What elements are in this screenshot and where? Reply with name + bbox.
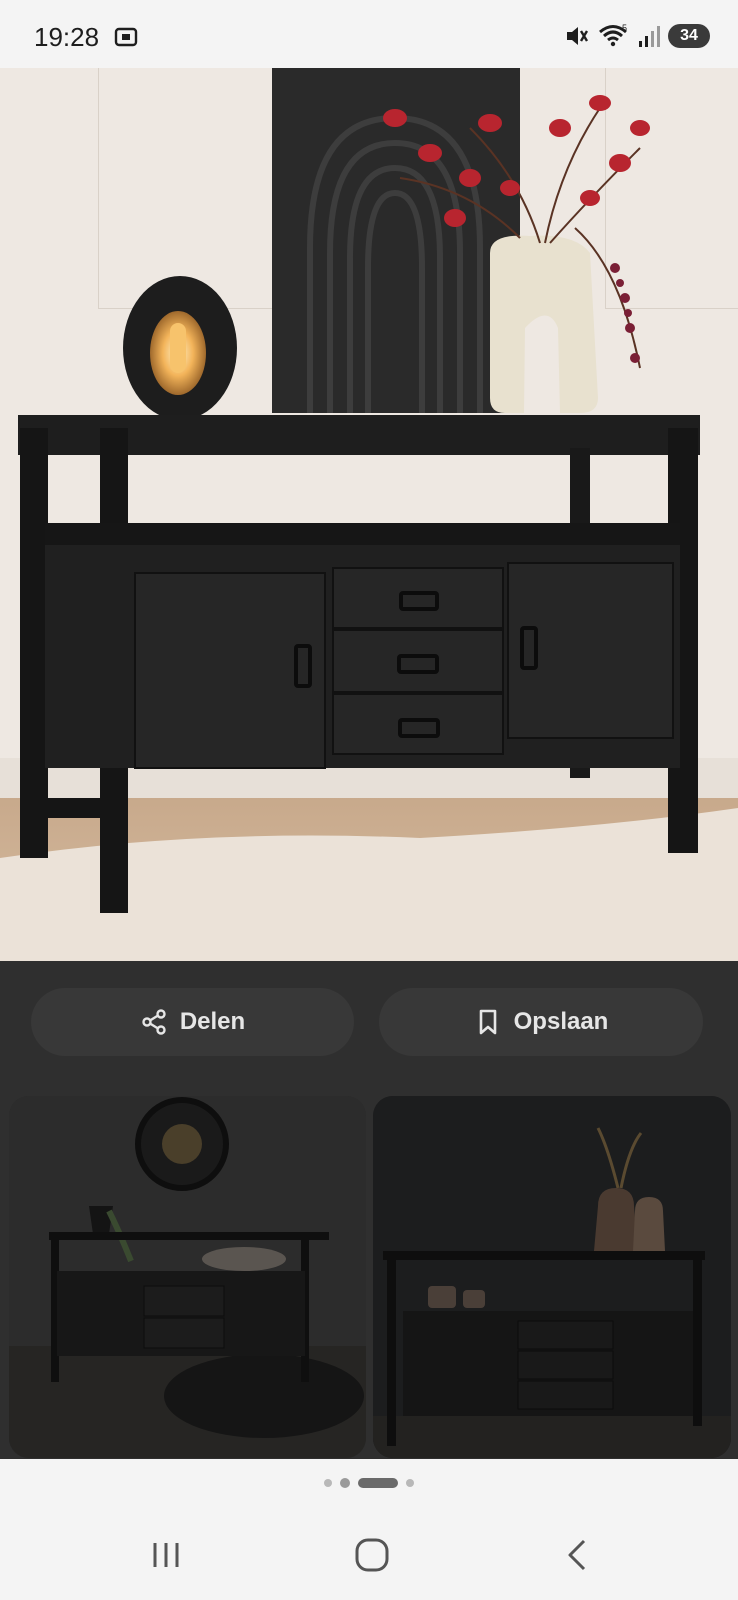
signal-icon xyxy=(639,26,660,47)
related-image[interactable] xyxy=(9,1096,366,1458)
bookmark-icon xyxy=(479,1009,496,1035)
svg-text:5: 5 xyxy=(622,23,627,33)
share-button[interactable]: Delen xyxy=(31,988,354,1056)
mute-icon xyxy=(567,27,589,45)
wifi-icon: 5 xyxy=(599,23,627,47)
action-sheet: Delen Opslaan xyxy=(0,961,738,1459)
save-button[interactable]: Opslaan xyxy=(379,988,703,1056)
home-icon[interactable] xyxy=(352,1535,392,1575)
pager-dot-active[interactable] xyxy=(358,1478,398,1488)
pager-dot[interactable] xyxy=(324,1479,332,1487)
back-icon[interactable] xyxy=(558,1535,598,1575)
pager-dot[interactable] xyxy=(340,1478,350,1488)
sideboard-photo xyxy=(0,68,738,961)
navigation-bar xyxy=(0,1507,738,1600)
status-icons: 5 34 xyxy=(564,23,710,49)
related-image[interactable] xyxy=(373,1096,731,1458)
status-bar: 19:28 5 34 xyxy=(0,0,738,68)
status-time: 19:28 xyxy=(34,22,100,52)
save-label: Opslaan xyxy=(513,1008,609,1035)
product-image[interactable] xyxy=(0,68,738,961)
battery-indicator: 34 xyxy=(668,24,710,48)
screenshot-icon xyxy=(114,27,138,47)
share-label: Delen xyxy=(179,1008,246,1035)
pager-dot[interactable] xyxy=(406,1479,414,1487)
sideboard-thumbnail xyxy=(9,1096,366,1458)
recent-apps-icon[interactable] xyxy=(146,1535,186,1575)
sideboard-thumbnail xyxy=(373,1096,731,1458)
image-pager xyxy=(0,1459,738,1507)
share-icon xyxy=(142,1009,166,1035)
